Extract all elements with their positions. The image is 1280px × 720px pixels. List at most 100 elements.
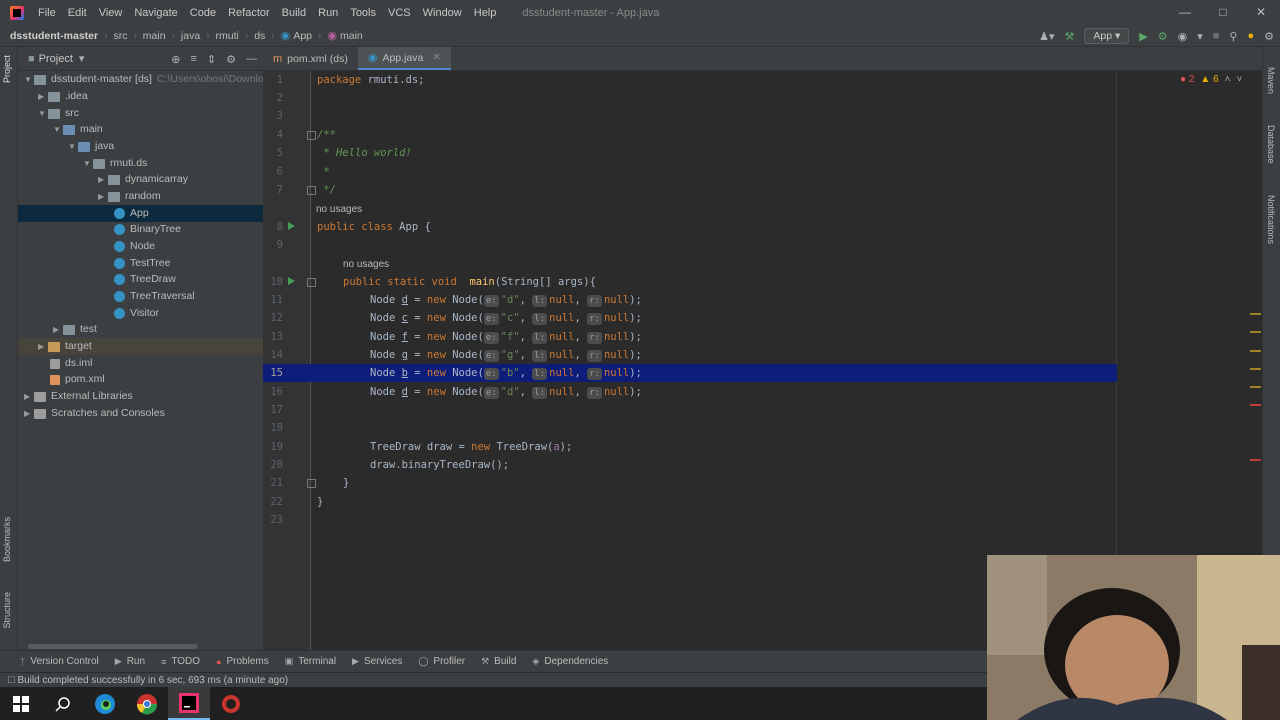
status-icon[interactable]: □ xyxy=(8,673,15,687)
warning-marker[interactable] xyxy=(1250,350,1261,352)
tool-todo[interactable]: ≡ TODO xyxy=(161,656,200,667)
project-horizontal-scrollbar[interactable] xyxy=(18,642,263,650)
tree-item-java[interactable]: ▼ java xyxy=(68,138,114,155)
tool-services[interactable]: ▶ Services xyxy=(352,656,402,667)
stripe-maven[interactable]: Maven xyxy=(1266,67,1276,94)
breadcrumb-rmuti[interactable]: rmuti xyxy=(216,30,239,42)
tree-item-dynamicarray[interactable]: ▶ dynamicarray xyxy=(98,171,188,188)
tree-item-scratches[interactable]: ▶ Scratches and Consoles xyxy=(24,405,165,422)
stripe-bookmarks[interactable]: Bookmarks xyxy=(2,517,12,562)
tab-app-java[interactable]: ◉ App.java ✕ xyxy=(357,47,451,70)
menu-build[interactable]: Build xyxy=(276,7,312,19)
fold-icon[interactable] xyxy=(307,479,316,488)
tool-run[interactable]: ▶ Run xyxy=(115,656,145,667)
tree-item-idea[interactable]: ▶ .idea xyxy=(38,88,88,105)
search-icon[interactable]: ⚲ xyxy=(1229,30,1237,43)
tree-item-testtree[interactable]: TestTree xyxy=(114,255,170,272)
tool-version-control[interactable]: ᛉ Version Control xyxy=(20,656,99,667)
menu-code[interactable]: Code xyxy=(184,7,222,19)
warning-marker[interactable] xyxy=(1250,331,1261,333)
inspection-indicators[interactable]: ● 2 ▲ 6 ˄ ˅ xyxy=(1180,74,1242,85)
menu-run[interactable]: Run xyxy=(312,7,344,19)
stripe-notifications[interactable]: Notifications xyxy=(1266,195,1276,244)
status-message[interactable]: Build completed successfully in 6 sec, 6… xyxy=(17,675,288,686)
tree-item-root[interactable]: ▼ dsstudent-master [ds] C:\Users\obosi\Dow… xyxy=(24,71,263,88)
tree-item-target[interactable]: ▶ target xyxy=(38,338,92,355)
warning-marker[interactable] xyxy=(1250,368,1261,370)
tree-item-binarytree[interactable]: BinaryTree xyxy=(114,221,181,238)
stop-icon[interactable]: ■ xyxy=(1213,30,1220,42)
user-icon[interactable]: ♟▾ xyxy=(1039,30,1054,43)
usages-hint[interactable]: no usages xyxy=(316,204,362,215)
run-config-select[interactable]: App ▾ xyxy=(1084,28,1130,44)
settings-gear-icon[interactable]: ⚙ xyxy=(1264,30,1274,43)
menu-vcs[interactable]: VCS xyxy=(382,7,417,19)
chevron-down-icon[interactable]: ▾ xyxy=(79,52,85,65)
options-gear-icon[interactable]: ⚙ xyxy=(226,53,236,66)
close-tab-icon[interactable]: ✕ xyxy=(432,52,440,63)
app-taskbar-icon[interactable] xyxy=(210,687,252,720)
tree-item-treedraw[interactable]: TreeDraw xyxy=(114,271,176,288)
tree-item-src[interactable]: ▼ src xyxy=(38,105,79,122)
usages-hint[interactable]: no usages xyxy=(343,259,389,270)
tree-item-external-libraries[interactable]: ▶ External Libraries xyxy=(24,388,133,405)
fold-icon[interactable] xyxy=(307,278,316,287)
menu-edit[interactable]: Edit xyxy=(62,7,93,19)
tree-item-rmuti-ds[interactable]: ▼ rmuti.ds xyxy=(83,155,147,172)
tab-pom-xml[interactable]: m pom.xml (ds) xyxy=(263,47,358,70)
tool-problems[interactable]: ● Problems xyxy=(216,656,269,667)
tree-item-random[interactable]: ▶ random xyxy=(98,188,161,205)
search-icon[interactable] xyxy=(42,687,84,720)
tool-build[interactable]: ⚒ Build xyxy=(481,656,516,667)
warning-marker[interactable] xyxy=(1250,313,1261,315)
debug-icon[interactable]: ⚙ xyxy=(1158,30,1168,43)
tree-item-test[interactable]: ▶ test xyxy=(53,321,97,338)
breadcrumb-src[interactable]: src xyxy=(113,30,127,42)
intellij-taskbar-icon[interactable] xyxy=(168,687,210,720)
stripe-project[interactable]: Project xyxy=(2,55,12,83)
breadcrumb-java[interactable]: java xyxy=(181,30,200,42)
menu-view[interactable]: View xyxy=(93,7,129,19)
menu-refactor[interactable]: Refactor xyxy=(222,7,276,19)
stripe-structure[interactable]: Structure xyxy=(2,592,12,629)
run-icon[interactable]: ▶ xyxy=(1139,30,1147,43)
tree-item-pom-xml[interactable]: pom.xml xyxy=(50,371,105,388)
close-icon[interactable]: ✕ xyxy=(1242,0,1280,25)
tree-item-ds-iml[interactable]: ds.iml xyxy=(50,355,92,372)
chrome-browser-icon[interactable] xyxy=(126,687,168,720)
more-run-icon[interactable]: ▾ xyxy=(1197,30,1203,43)
run-main-icon[interactable] xyxy=(288,277,295,285)
menu-help[interactable]: Help xyxy=(468,7,503,19)
breadcrumb-main[interactable]: main xyxy=(143,30,166,42)
chevron-down-icon[interactable]: ˅ xyxy=(1236,74,1242,85)
stripe-database[interactable]: Database xyxy=(1266,125,1276,164)
tree-item-treetraversal[interactable]: TreeTraversal xyxy=(114,288,195,305)
tree-item-visitor[interactable]: Visitor xyxy=(114,305,159,322)
tree-item-node[interactable]: Node xyxy=(114,238,155,255)
tree-item-main[interactable]: ▼ main xyxy=(53,121,103,138)
run-class-icon[interactable] xyxy=(288,222,295,230)
windows-start-icon[interactable] xyxy=(0,687,42,720)
breadcrumb-ds[interactable]: ds xyxy=(254,30,265,42)
tool-dependencies[interactable]: ◈ Dependencies xyxy=(532,656,608,667)
fold-icon[interactable] xyxy=(307,186,316,195)
locate-icon[interactable]: ⊕ xyxy=(171,53,180,66)
tool-profiler[interactable]: ◯ Profiler xyxy=(418,656,465,667)
updates-icon[interactable]: ● xyxy=(1247,30,1254,42)
menu-tools[interactable]: Tools xyxy=(344,7,382,19)
error-marker[interactable] xyxy=(1250,404,1261,406)
tree-item-app[interactable]: App xyxy=(114,205,149,222)
menu-window[interactable]: Window xyxy=(417,7,468,19)
error-marker[interactable] xyxy=(1250,459,1261,461)
project-panel-title[interactable]: Project xyxy=(39,53,73,65)
edge-browser-icon[interactable] xyxy=(84,687,126,720)
breadcrumb-project[interactable]: dsstudent-master xyxy=(10,30,98,42)
chevron-up-icon[interactable]: ˄ xyxy=(1225,74,1231,85)
menu-file[interactable]: File xyxy=(32,7,62,19)
hide-icon[interactable]: — xyxy=(246,53,257,65)
tool-terminal[interactable]: ▣ Terminal xyxy=(285,656,336,667)
menu-navigate[interactable]: Navigate xyxy=(128,7,183,19)
fold-icon[interactable] xyxy=(307,131,316,140)
coverage-icon[interactable]: ◉ xyxy=(1178,30,1188,43)
collapse-all-icon[interactable]: ≡ xyxy=(190,53,196,65)
